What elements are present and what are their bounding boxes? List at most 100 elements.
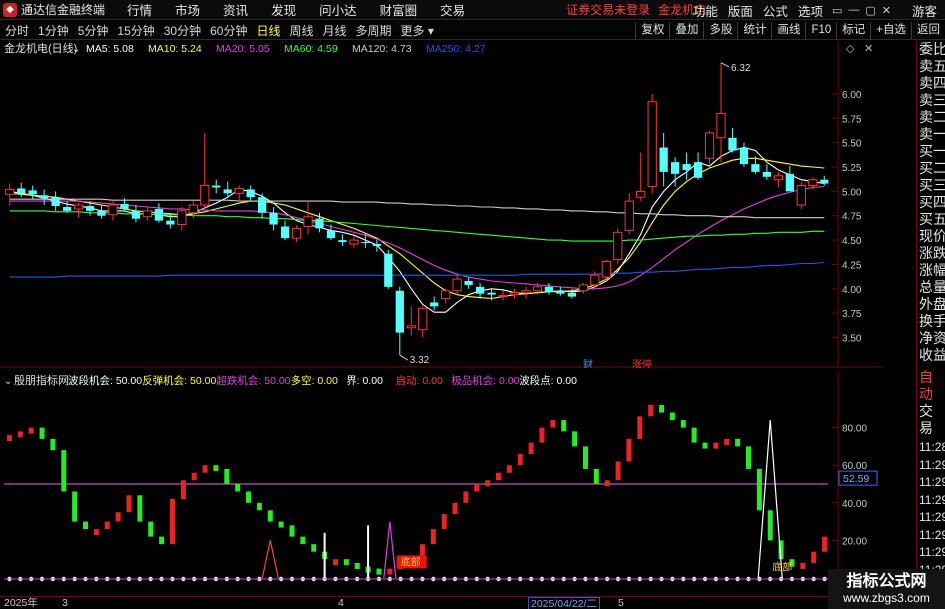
period-5min[interactable]: 5分钟 — [78, 22, 109, 39]
minimize-icon[interactable]: — — [848, 4, 859, 16]
multi-stock-button[interactable]: 多股 — [703, 22, 737, 39]
finance-marker[interactable]: 财 — [583, 358, 593, 368]
restore-window-icon[interactable]: ▭ — [832, 4, 842, 17]
candle[interactable] — [177, 206, 187, 231]
f10-button[interactable]: F10 — [805, 22, 836, 39]
menu-options[interactable]: 选项 — [798, 1, 823, 20]
candle[interactable] — [544, 282, 554, 295]
candle[interactable] — [406, 306, 416, 336]
candle[interactable] — [257, 193, 267, 219]
menu-ask[interactable]: 问小达 — [319, 0, 357, 19]
back-button[interactable]: 返回 — [911, 22, 945, 39]
candle[interactable] — [269, 206, 278, 231]
add-watchlist-button[interactable]: +自选 — [870, 22, 911, 39]
menu-quotes[interactable]: 行情 — [127, 0, 152, 19]
candle[interactable] — [773, 171, 784, 188]
candle[interactable] — [200, 132, 210, 209]
candle[interactable] — [796, 181, 806, 209]
candle[interactable] — [716, 62, 726, 163]
close-icon[interactable]: ✕ — [882, 4, 891, 17]
candle[interactable] — [693, 152, 703, 180]
auto-trade-label[interactable]: 自动 — [917, 369, 945, 403]
candle[interactable] — [762, 164, 772, 180]
candle[interactable] — [303, 201, 313, 235]
menu-layout[interactable]: 版面 — [728, 1, 753, 20]
candle[interactable] — [430, 296, 439, 311]
trade-label[interactable]: 交易 — [917, 403, 945, 437]
candle[interactable] — [384, 249, 393, 289]
candle[interactable] — [578, 282, 588, 294]
period-multi[interactable]: 多周期 — [356, 22, 392, 39]
candle[interactable] — [154, 203, 164, 223]
candle[interactable] — [280, 220, 290, 241]
limit-up-marker[interactable]: 涨停 — [632, 358, 652, 368]
candle[interactable] — [5, 183, 15, 206]
candle[interactable] — [51, 191, 60, 211]
candle[interactable] — [338, 234, 347, 246]
period-30min[interactable]: 30分钟 — [164, 22, 201, 39]
indicator-chart[interactable]: 20.00 40.00 60.00 80.00 殷朋指标网 ⌄ 波段机会: 50.00… — [0, 372, 882, 596]
period-monthly[interactable]: 月线 — [323, 22, 347, 39]
candle[interactable] — [739, 142, 749, 168]
menu-news[interactable]: 资讯 — [223, 0, 248, 19]
indicator-collapse-icon[interactable]: ⌄ — [4, 376, 12, 387]
diamond-icon[interactable]: ◇ — [846, 43, 855, 55]
candle[interactable] — [28, 185, 37, 200]
candle[interactable] — [728, 128, 737, 153]
candle[interactable] — [73, 203, 84, 218]
candle[interactable] — [291, 225, 302, 243]
candle[interactable] — [556, 286, 565, 296]
period-daily[interactable]: 日线 — [256, 22, 280, 39]
candle[interactable] — [624, 193, 634, 235]
overlay-button[interactable]: 叠加 — [669, 22, 703, 39]
menu-discover[interactable]: 发现 — [271, 0, 296, 19]
candle[interactable] — [441, 288, 451, 304]
candle[interactable] — [475, 282, 485, 299]
kline-chart[interactable]: 3.50 3.75 4.00 4.25 4.50 4.75 5.00 5.25 5.50 5.75… — [0, 41, 882, 368]
candle[interactable] — [498, 290, 508, 301]
candle[interactable] — [212, 179, 221, 194]
trade-login-status[interactable]: 证券交易未登录 — [566, 1, 650, 18]
period-60min[interactable]: 60分钟 — [210, 22, 247, 39]
candle[interactable] — [418, 306, 428, 338]
candle[interactable] — [601, 259, 611, 282]
candle[interactable] — [509, 288, 520, 299]
candle[interactable] — [97, 205, 106, 219]
candle[interactable] — [349, 236, 359, 248]
candle[interactable] — [785, 166, 794, 192]
candle[interactable] — [452, 275, 462, 295]
period-weekly[interactable]: 周线 — [289, 22, 313, 39]
candle[interactable] — [613, 228, 623, 264]
menu-wealth[interactable]: 财富圈 — [380, 0, 418, 19]
menu-formula[interactable]: 公式 — [763, 1, 788, 20]
period-15min[interactable]: 15分钟 — [117, 22, 154, 39]
candle[interactable] — [40, 189, 49, 206]
mark-button[interactable]: 标记 — [836, 22, 870, 39]
candle[interactable] — [647, 93, 657, 194]
candle[interactable] — [636, 152, 646, 202]
menu-trade[interactable]: 交易 — [440, 0, 465, 19]
draw-line-button[interactable]: 画线 — [771, 22, 805, 39]
candle[interactable] — [659, 132, 668, 187]
period-tick[interactable]: 分时 — [5, 22, 29, 39]
candle[interactable] — [246, 185, 255, 202]
candle[interactable] — [142, 206, 153, 221]
candle[interactable] — [704, 130, 715, 165]
period-more-dropdown[interactable]: 更多 ▾ — [401, 22, 434, 39]
candle[interactable] — [521, 286, 531, 299]
candle[interactable] — [131, 205, 141, 223]
panel-close-icon[interactable]: ✕ — [864, 43, 873, 55]
period-1min[interactable]: 1分钟 — [38, 22, 69, 39]
adjust-button[interactable]: 复权 — [635, 22, 669, 39]
maximize-icon[interactable]: ▢ — [865, 4, 875, 17]
candle[interactable] — [682, 152, 691, 180]
statistics-button[interactable]: 统计 — [737, 22, 771, 39]
candle[interactable] — [395, 286, 404, 356]
candle[interactable] — [372, 240, 381, 252]
collapse-icon[interactable]: ⌄ — [72, 44, 80, 55]
menu-market[interactable]: 市场 — [175, 0, 200, 19]
candle[interactable] — [223, 181, 232, 197]
candle[interactable] — [820, 175, 829, 186]
candle[interactable] — [464, 277, 473, 289]
guest-user[interactable]: 游客 — [912, 1, 937, 20]
